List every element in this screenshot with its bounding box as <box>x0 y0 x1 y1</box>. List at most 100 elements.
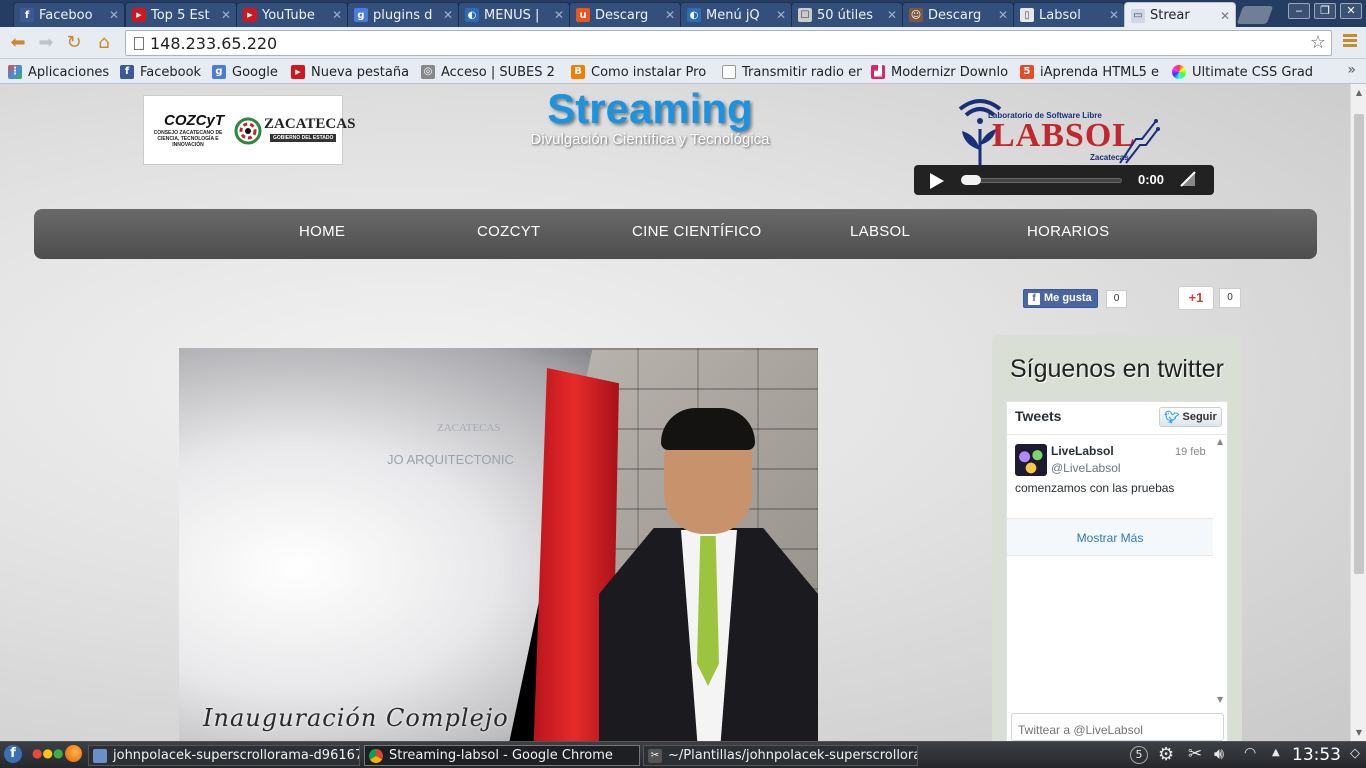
tab-50-utiles[interactable]: ☐ 50 útiles ✕ <box>791 2 903 27</box>
close-icon[interactable]: ✕ <box>553 8 565 22</box>
tweet-compose-input[interactable] <box>1011 713 1224 741</box>
facebook-like-label: Me gusta <box>1044 292 1092 304</box>
forward-arrow-icon[interactable]: ➡ <box>35 32 57 54</box>
facebook-icon: f <box>1028 292 1040 305</box>
audio-seek-handle[interactable] <box>961 175 981 185</box>
more-bookmarks-icon[interactable]: » <box>1347 62 1356 78</box>
bookmark-aplicaciones[interactable]: ⋮ Aplicaciones <box>8 63 109 81</box>
page-scrollbar[interactable]: ▲ ▼ <box>1350 84 1366 741</box>
scissors-icon[interactable]: ✂ <box>1188 744 1202 764</box>
tweet-text: comenzamos con las pruebas <box>1015 481 1175 495</box>
google-icon: g <box>212 65 226 79</box>
browser-menu-icon[interactable] <box>1343 34 1357 50</box>
wifi-icon[interactable]: ◠ <box>1244 745 1256 761</box>
show-more-link[interactable]: Mostrar Más <box>1007 531 1213 545</box>
color-wheel-icon <box>1172 65 1186 79</box>
taskbar-item-superscrollorama[interactable]: johnpolacek-superscrollorama-d96167 <box>88 745 360 766</box>
bookmark-facebook[interactable]: f Facebook <box>120 63 201 81</box>
volume-icon[interactable]: 🔊︎ <box>1214 744 1224 764</box>
scroll-up-arrow-icon[interactable]: ▲ <box>1217 437 1223 446</box>
clock[interactable]: 13:53 <box>1292 745 1341 765</box>
audio-seek-bar[interactable] <box>964 178 1122 183</box>
labsol-logo[interactable]: Laboratorio de Software Libre LABSOL Zac… <box>956 95 1166 165</box>
workspace-indicator[interactable]: 5 <box>1130 746 1148 764</box>
tweet-author-name[interactable]: LiveLabsol <box>1051 444 1114 458</box>
nav-labsol[interactable]: LABSOL <box>850 223 910 240</box>
restore-icon[interactable]: ❐ <box>1314 3 1336 19</box>
taskbar-item-chrome[interactable]: Streaming-labsol - Google Chrome <box>364 745 640 766</box>
tab-menu-jquery[interactable]: ◐ Menú jQ ✕ <box>680 2 792 27</box>
close-icon[interactable]: ✕ <box>220 8 232 22</box>
scroll-down-arrow-icon[interactable]: ▼ <box>1217 695 1223 704</box>
new-tab-button[interactable] <box>1236 6 1274 24</box>
scrollbar-thumb[interactable] <box>1354 114 1364 574</box>
nav-cozcyt[interactable]: COZCYT <box>477 223 540 240</box>
bookmark-star-icon[interactable]: ☆ <box>1310 32 1326 53</box>
avatar[interactable] <box>1015 444 1047 476</box>
url-text[interactable]: 148.233.65.220 <box>150 34 277 53</box>
close-icon[interactable]: ✕ <box>1108 8 1120 22</box>
fedora-menu-icon[interactable]: f <box>4 745 22 763</box>
tab-labsol[interactable]: ▯ Labsol ✕ <box>1013 2 1125 27</box>
zacatecas-logo-caption: GOBIERNO DEL ESTADO <box>270 134 337 142</box>
twitter-scrollbar[interactable]: ▲ ▼ <box>1215 435 1227 705</box>
settings-gear-icon[interactable]: ⚙ <box>1158 744 1174 765</box>
close-window-icon[interactable]: ✕ <box>1340 3 1362 19</box>
close-icon[interactable]: ✕ <box>997 8 1009 22</box>
scroll-up-arrow-icon[interactable]: ▲ <box>1354 88 1364 97</box>
notification-icon[interactable]: ◇ <box>1350 746 1360 761</box>
cozcyt-logo[interactable]: COZCyT CONSEJO ZACATECANO DE CIENCIA, TE… <box>143 95 355 165</box>
nav-cine-cientifico[interactable]: CINE CIENTÍFICO <box>632 223 762 240</box>
scroll-down-arrow-icon[interactable]: ▼ <box>1354 728 1364 737</box>
address-bar[interactable]: 148.233.65.220 ☆ <box>125 30 1332 56</box>
bookmark-html5[interactable]: 5 iAprenda HTML5 e <box>1020 63 1160 81</box>
tab-top5[interactable]: ▶ Top 5 Est ✕ <box>125 2 237 27</box>
app-launcher-dots-icon[interactable]: ●●● <box>32 746 63 760</box>
reload-icon[interactable]: ↻ <box>63 32 85 54</box>
tab-label: Strear <box>1150 8 1190 23</box>
play-icon[interactable] <box>930 173 944 189</box>
tray-expand-arrow-icon[interactable]: ▲ <box>1272 747 1280 758</box>
tab-label: Top 5 Est <box>151 7 210 23</box>
home-icon[interactable]: ⌂ <box>93 32 115 54</box>
google-plus-button[interactable]: +1 <box>1178 286 1214 310</box>
bookmark-nueva-pestana[interactable]: ▶ Nueva pestaña <box>291 63 409 81</box>
firefox-icon[interactable] <box>65 745 82 762</box>
tweet-date[interactable]: 19 feb <box>1175 446 1206 458</box>
close-icon[interactable]: ✕ <box>442 8 454 22</box>
close-icon[interactable]: ✕ <box>108 8 120 22</box>
tab-descarga[interactable]: u Descarg ✕ <box>569 2 681 27</box>
close-icon[interactable]: ✕ <box>1219 9 1231 23</box>
close-icon[interactable]: ✕ <box>886 8 898 22</box>
bookmark-modernizr[interactable]: ▟ Modernizr Downlo <box>871 63 1011 81</box>
document-icon <box>93 748 107 763</box>
tab-label: Descarg <box>595 7 649 23</box>
nav-horarios[interactable]: HORARIOS <box>1027 223 1109 240</box>
taskbar-item-terminal[interactable]: ✂ ~/Plantillas/johnpolacek-superscrollor… <box>643 745 918 766</box>
tab-descarga-2[interactable]: ☺ Descarg ✕ <box>902 2 1014 27</box>
audio-player: 0:00 <box>914 165 1214 195</box>
bookmark-como-instalar[interactable]: B Como instalar Pro <box>571 63 711 81</box>
facebook-like-button[interactable]: f Me gusta <box>1023 289 1098 308</box>
page-icon <box>134 37 144 50</box>
tweet-author-handle[interactable]: @LiveLabsol <box>1051 461 1121 475</box>
bookmark-css-gradient[interactable]: Ultimate CSS Grad <box>1172 63 1337 81</box>
close-icon[interactable]: ✕ <box>664 8 676 22</box>
minimize-icon[interactable]: ‒ <box>1288 3 1310 19</box>
tab-plugins[interactable]: g plugins d ✕ <box>347 2 459 27</box>
twitter-follow-button[interactable]: 🐦︎ Seguir <box>1159 407 1222 427</box>
bookmark-google[interactable]: g Google <box>212 63 278 81</box>
back-arrow-icon[interactable]: ⬅ <box>7 32 29 54</box>
tab-menus[interactable]: ◐ MENÚS | ✕ <box>458 2 570 27</box>
video-player[interactable]: ZACATECAS JO ARQUITECTONIC Inauguración … <box>179 348 818 741</box>
bookmark-transmitir-radio[interactable]: Transmitir radio en <box>722 63 862 81</box>
nav-home[interactable]: HOME <box>299 223 345 240</box>
tab-streaming[interactable]: ▭ Strear ✕ <box>1124 2 1236 28</box>
close-icon[interactable]: ✕ <box>775 8 787 22</box>
close-icon[interactable]: ✕ <box>331 8 343 22</box>
tab-facebook[interactable]: f Faceboo ✕ <box>13 2 125 27</box>
bookmark-subes[interactable]: ◎ Acceso | SUBES 2 <box>421 63 561 81</box>
tab-youtube[interactable]: ▶ YouTube ✕ <box>236 2 348 27</box>
bookmark-label: Modernizr Downlo <box>891 64 1009 80</box>
mute-volume-icon[interactable] <box>1180 171 1196 187</box>
